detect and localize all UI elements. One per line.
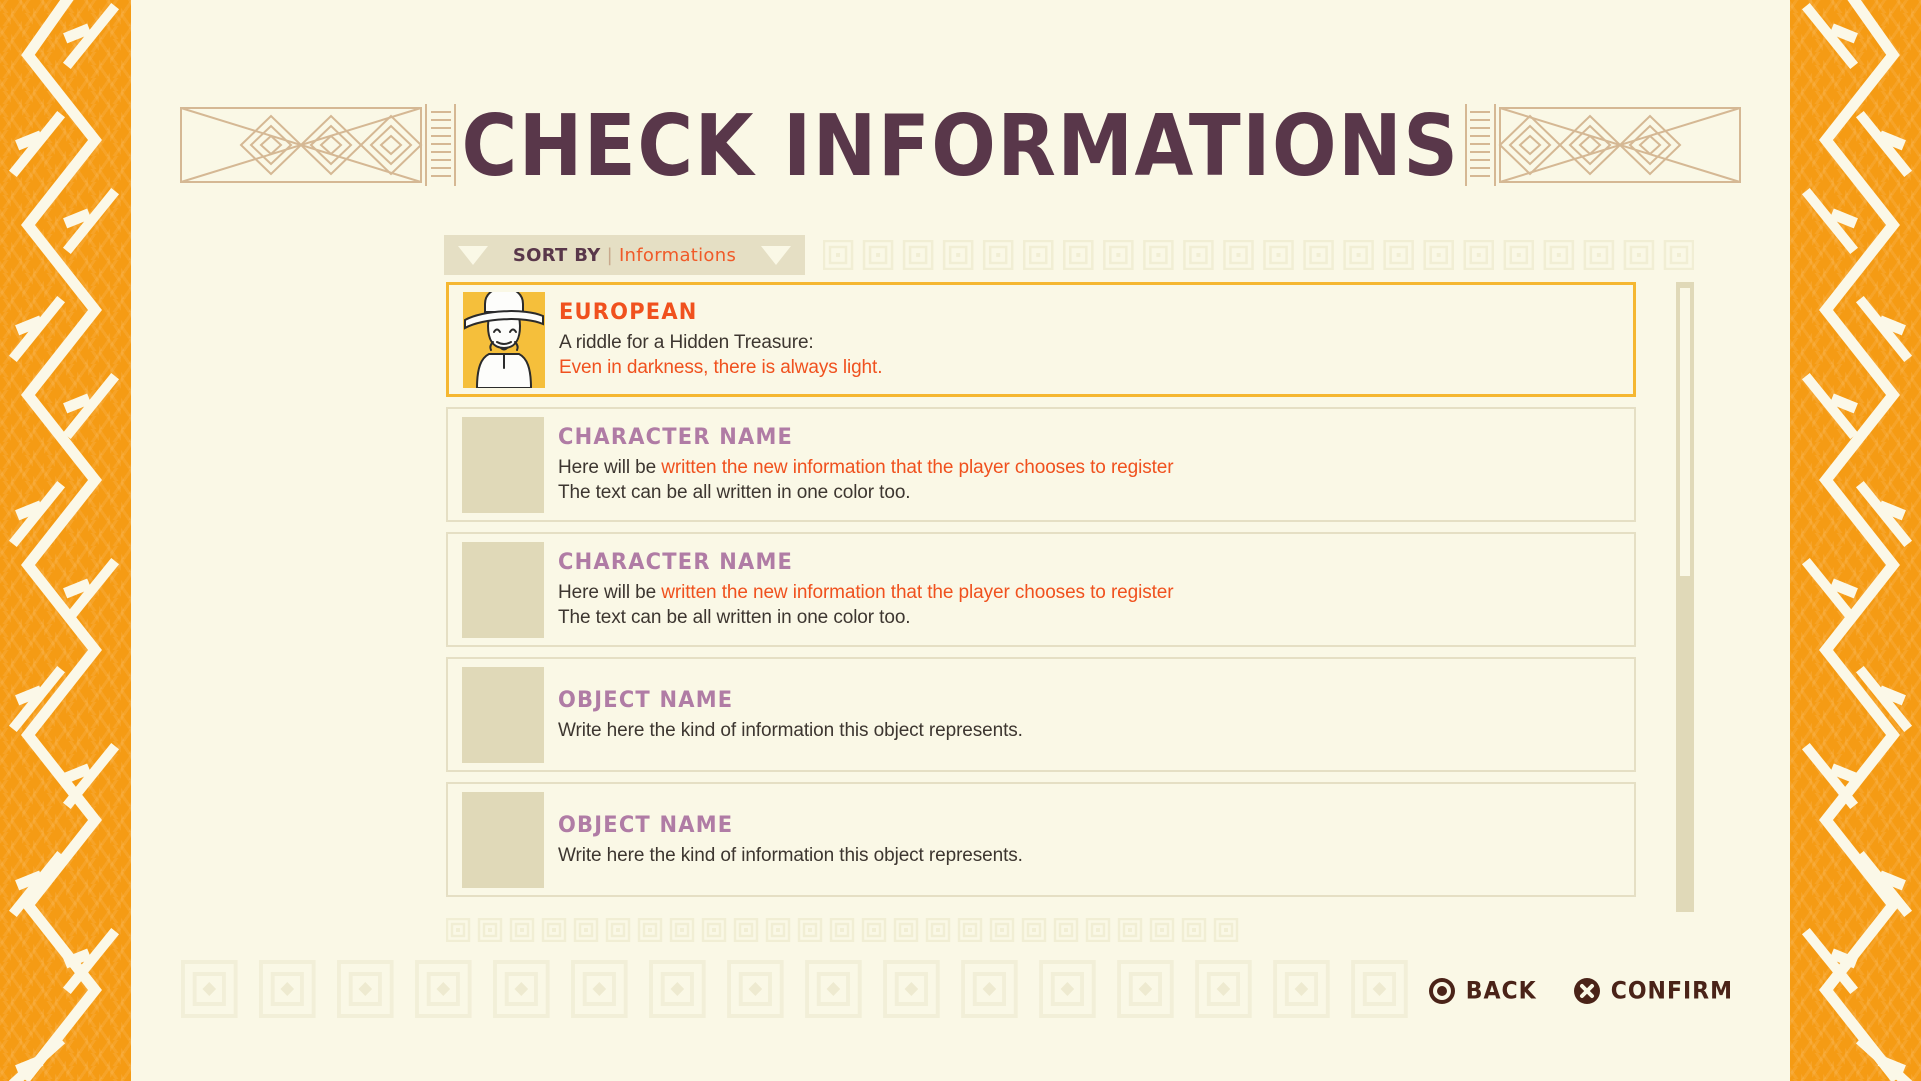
list-item-title: EUROPEAN — [559, 299, 698, 325]
avatar — [462, 666, 544, 763]
european-portrait-icon — [463, 291, 545, 388]
scrollbar[interactable] — [1676, 282, 1694, 912]
list-item-line1: Write here the kind of information this … — [558, 844, 1023, 866]
sort-by-label: SORT BY — [512, 244, 601, 266]
card-container: EUROPEAN A riddle for a Hidden Treasure:… — [446, 282, 1636, 920]
list-item[interactable]: EUROPEAN A riddle for a Hidden Treasure:… — [446, 282, 1636, 397]
card-body: CHARACTER NAME Here will be written the … — [558, 549, 1620, 630]
card-body: CHARACTER NAME Here will be written the … — [558, 424, 1620, 505]
list-item-line1: Here will be written the new information… — [558, 582, 1174, 603]
list-item-title: CHARACTER NAME — [558, 424, 794, 450]
sort-by-separator: | — [606, 244, 613, 266]
confirm-button[interactable]: CONFIRM — [1555, 966, 1751, 1016]
decorative-motif-strip-footer — [181, 960, 1408, 1018]
list-item[interactable]: OBJECT NAME Write here the kind of infor… — [446, 782, 1636, 897]
list-item-line2: The text can be all written in one color… — [558, 482, 911, 503]
header: CHECK INFORMATIONS — [131, 90, 1790, 200]
card-body: OBJECT NAME Write here the kind of infor… — [558, 812, 1620, 868]
footer-bar: BACK CONFIRM — [181, 960, 1751, 1022]
list-item-line1: Write here the kind of information this … — [558, 719, 1023, 741]
list-item-line1: Here will be written the new information… — [558, 457, 1174, 478]
avatar — [462, 541, 544, 638]
decorative-motif-strip-top — [823, 240, 1694, 270]
list-item-title: CHARACTER NAME — [558, 549, 794, 575]
sort-bar-row: SORT BY | Informations — [444, 235, 1694, 275]
triangle-left-icon[interactable] — [458, 245, 488, 265]
list-item-line2: Even in darkness, there is always light. — [559, 357, 883, 378]
circle-x-icon — [1573, 978, 1600, 1004]
avatar — [462, 791, 544, 888]
list-item[interactable]: CHARACTER NAME Here will be written the … — [446, 407, 1636, 522]
scrollbar-thumb[interactable] — [1680, 288, 1690, 576]
sort-by-control[interactable]: SORT BY | Informations — [444, 235, 805, 275]
confirm-button-label: CONFIRM — [1610, 977, 1733, 1005]
zigzag-pattern-icon — [1801, 0, 1913, 1081]
sort-by-value: Informations — [618, 244, 737, 266]
decorative-motif-strip-bottom — [446, 918, 1239, 942]
main-panel: CHECK INFORMATIONS SORT BY | Information… — [131, 0, 1790, 1081]
list-item-title: OBJECT NAME — [558, 811, 734, 837]
footer-buttons: BACK CONFIRM — [1410, 966, 1751, 1016]
avatar — [463, 291, 545, 388]
list-item[interactable]: OBJECT NAME Write here the kind of infor… — [446, 657, 1636, 772]
list-item-line1: A riddle for a Hidden Treasure: — [559, 332, 814, 353]
information-list: EUROPEAN A riddle for a Hidden Treasure:… — [446, 282, 1694, 920]
list-item-title: OBJECT NAME — [558, 686, 734, 712]
back-button-label: BACK — [1465, 977, 1537, 1005]
avatar — [462, 416, 544, 513]
list-item[interactable]: CHARACTER NAME Here will be written the … — [446, 532, 1636, 647]
zigzag-pattern-icon — [8, 0, 120, 1081]
game-screen: CHECK INFORMATIONS SORT BY | Information… — [0, 0, 1921, 1081]
circle-filled-icon — [1428, 978, 1455, 1004]
triangle-right-icon[interactable] — [760, 245, 791, 265]
decorative-border-right — [1790, 0, 1921, 1081]
list-item-line2: The text can be all written in one color… — [558, 607, 911, 628]
card-body: OBJECT NAME Write here the kind of infor… — [558, 687, 1620, 743]
back-button[interactable]: BACK — [1410, 966, 1555, 1016]
header-ornament-right-icon — [1465, 104, 1741, 186]
sort-by-text: SORT BY | Informations — [513, 245, 736, 266]
card-body: EUROPEAN A riddle for a Hidden Treasure:… — [559, 299, 1619, 380]
decorative-border-left — [0, 0, 131, 1081]
